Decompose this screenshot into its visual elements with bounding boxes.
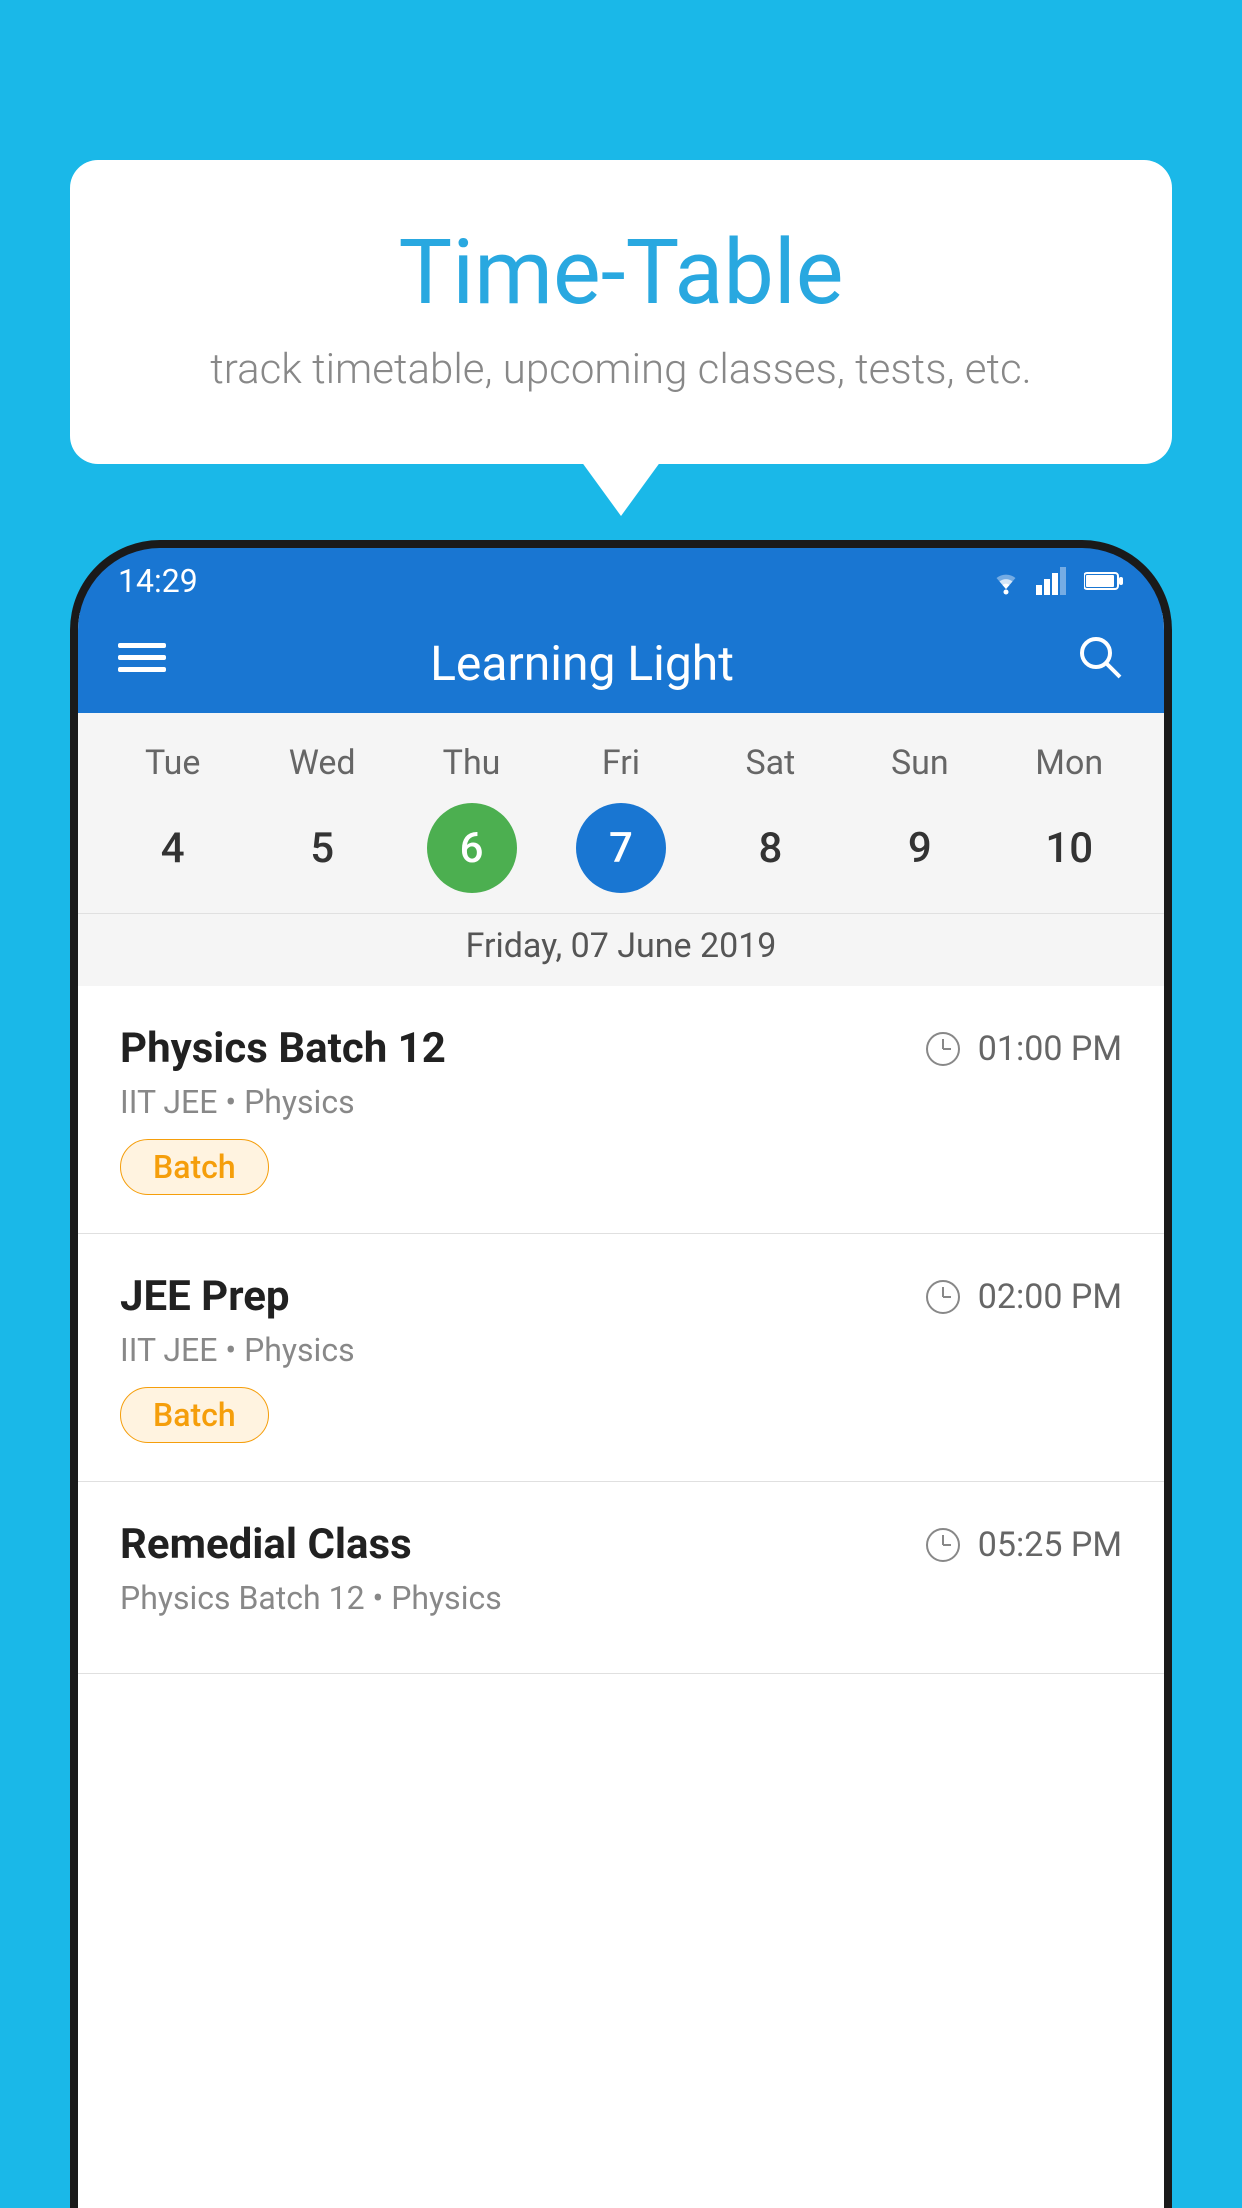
status-icons [988,567,1124,595]
class-name-3: Remedial Class [120,1520,412,1569]
class-item-header-3: Remedial Class 05:25 PM [120,1520,1122,1569]
day-wed: Wed [262,743,382,783]
selected-date-label: Friday, 07 June 2019 [78,913,1164,986]
app-bar: Learning Light [78,613,1164,713]
phone-inner: 14:29 [78,548,1164,2208]
day-sat: Sat [710,743,830,783]
day-thu: Thu [412,743,532,783]
day-tue: Tue [113,743,233,783]
day-mon: Mon [1009,743,1129,783]
class-name-2: JEE Prep [120,1272,290,1321]
day-fri: Fri [561,743,681,783]
class-meta-2: IIT JEE • Physics [120,1331,1122,1369]
bubble-subtitle: track timetable, upcoming classes, tests… [150,345,1092,394]
bubble-title: Time-Table [150,220,1092,325]
date-6-today[interactable]: 6 [427,803,517,893]
class-item-header-1: Physics Batch 12 01:00 PM [120,1024,1122,1073]
class-time-2: 02:00 PM [926,1277,1122,1317]
signal-icon [1036,567,1072,595]
speech-bubble-container: Time-Table track timetable, upcoming cla… [70,160,1172,464]
class-item-header-2: JEE Prep 02:00 PM [120,1272,1122,1321]
clock-icon-3 [926,1528,960,1562]
class-item-jee-prep[interactable]: JEE Prep 02:00 PM IIT JEE • Physics Batc… [78,1234,1164,1482]
date-7-selected[interactable]: 7 [576,803,666,893]
day-sun: Sun [860,743,980,783]
phone-frame: 14:29 [70,540,1172,2208]
class-time-1: 01:00 PM [926,1029,1122,1069]
date-10[interactable]: 10 [1024,803,1114,893]
menu-icon[interactable] [118,633,166,693]
class-meta-3: Physics Batch 12 • Physics [120,1579,1122,1617]
status-bar: 14:29 [78,548,1164,613]
date-5[interactable]: 5 [277,803,367,893]
wifi-icon [988,567,1024,595]
class-item-physics-batch[interactable]: Physics Batch 12 01:00 PM IIT JEE • Phys… [78,986,1164,1234]
batch-tag-1: Batch [120,1139,269,1195]
speech-bubble: Time-Table track timetable, upcoming cla… [70,160,1172,464]
app-bar-title: Learning Light [196,635,968,692]
date-9[interactable]: 9 [875,803,965,893]
days-header: Tue Wed Thu Fri Sat Sun Mon [78,733,1164,793]
class-item-remedial[interactable]: Remedial Class 05:25 PM Physics Batch 12… [78,1482,1164,1674]
date-8[interactable]: 8 [725,803,815,893]
calendar-strip: Tue Wed Thu Fri Sat Sun Mon 4 5 6 7 8 9 … [78,713,1164,986]
batch-tag-2: Batch [120,1387,269,1443]
dates-row: 4 5 6 7 8 9 10 [78,793,1164,913]
class-name-1: Physics Batch 12 [120,1024,446,1073]
class-list: Physics Batch 12 01:00 PM IIT JEE • Phys… [78,986,1164,1674]
clock-icon-2 [926,1280,960,1314]
search-icon[interactable] [1076,633,1124,693]
battery-icon [1084,570,1124,592]
clock-icon-1 [926,1032,960,1066]
class-meta-1: IIT JEE • Physics [120,1083,1122,1121]
phone-screen: Learning Light Tue Wed Thu Fri Sat Sun [78,613,1164,2208]
class-time-3: 05:25 PM [926,1525,1122,1565]
status-time: 14:29 [118,562,198,600]
date-4[interactable]: 4 [128,803,218,893]
